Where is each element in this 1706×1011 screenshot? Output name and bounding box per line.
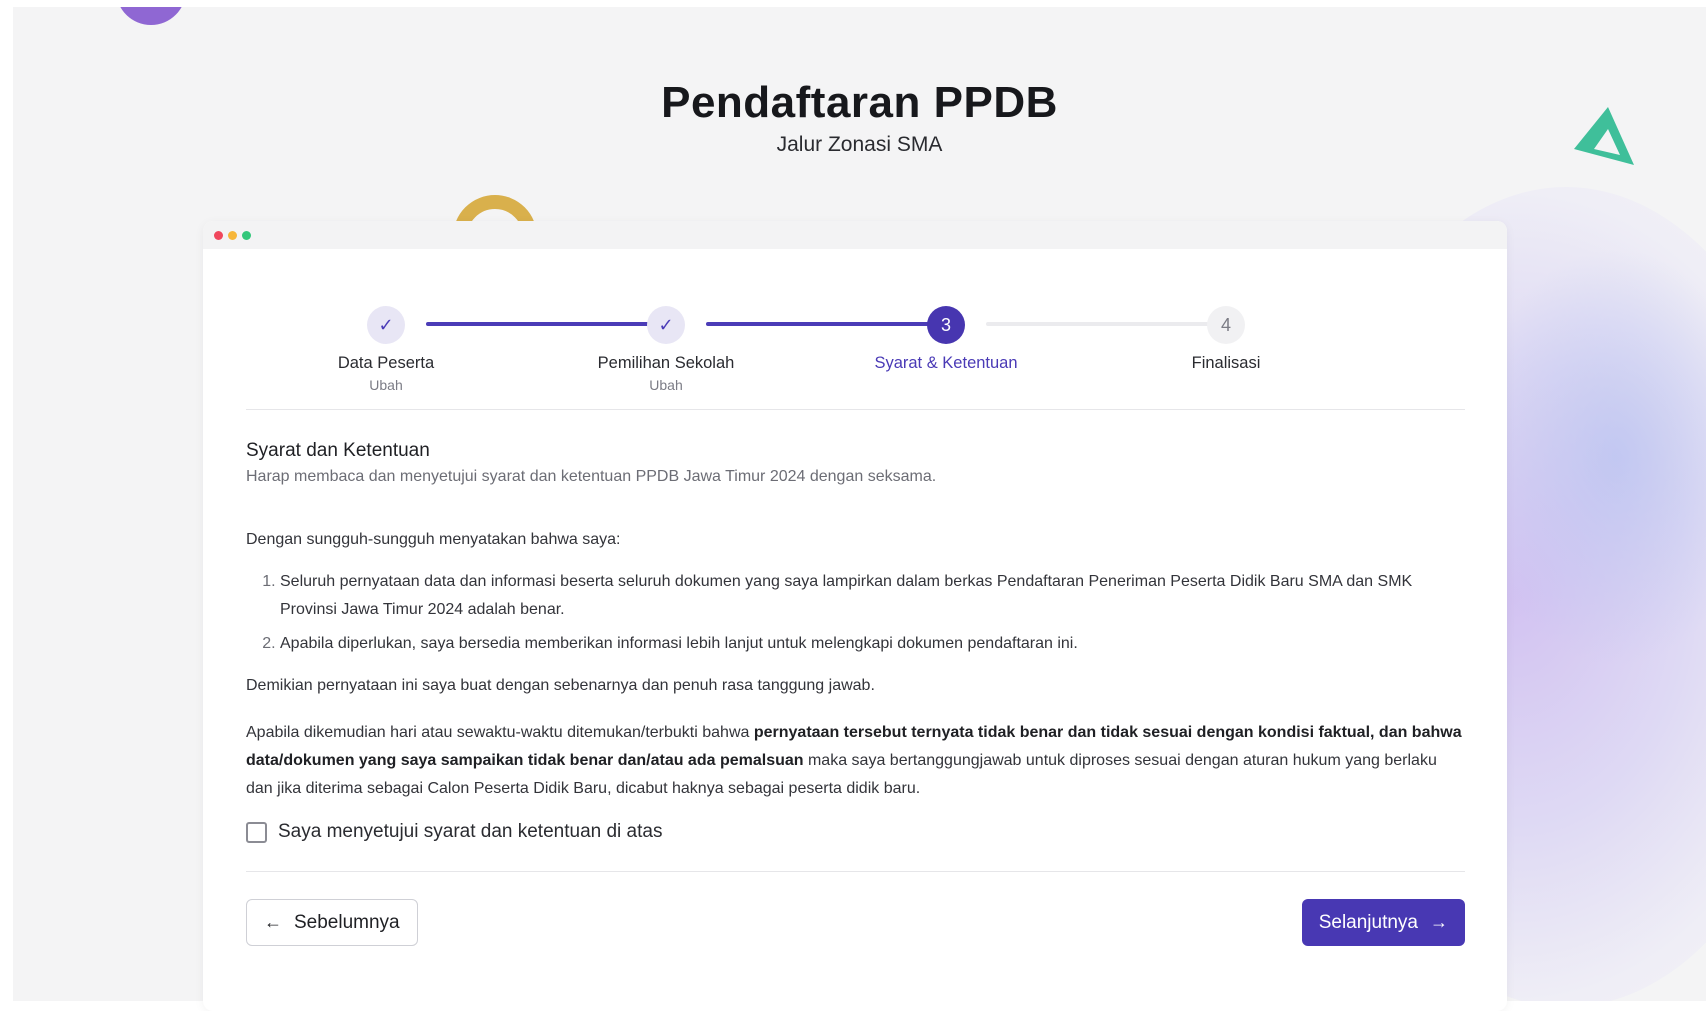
terms-section: Syarat dan Ketentuan Harap membaca dan m… bbox=[246, 410, 1465, 979]
step-finalisasi: 4 Finalisasi bbox=[1106, 249, 1346, 373]
statement-item: Apabila diperlukan, saya bersedia member… bbox=[280, 630, 1465, 658]
statement-list: Seluruh pernyataan data dan informasi be… bbox=[246, 568, 1465, 658]
step-label: Pemilihan Sekolah bbox=[597, 354, 735, 372]
check-icon: ✓ bbox=[367, 306, 405, 344]
step-edit-link[interactable]: Ubah bbox=[266, 377, 506, 393]
previous-button[interactable]: ← Sebelumnya bbox=[246, 899, 418, 946]
agreement-checkbox-row[interactable]: Saya menyetujui syarat dan ketentuan di … bbox=[246, 821, 1465, 843]
section-description: Harap membaca dan menyetujui syarat dan … bbox=[246, 468, 937, 485]
warning-text-prefix: Apabila dikemudian hari atau sewaktu-wak… bbox=[246, 724, 754, 741]
step-number: 3 bbox=[927, 306, 965, 344]
arrow-right-icon: → bbox=[1430, 912, 1448, 932]
decorative-circle bbox=[116, 7, 186, 25]
registration-card: ✓ Data Peserta Ubah ✓ Pemilihan Sekolah … bbox=[203, 221, 1507, 1011]
step-number: 4 bbox=[1207, 306, 1245, 344]
page-title: Pendaftaran PPDB bbox=[661, 78, 1058, 127]
page-subtitle: Jalur Zonasi SMA bbox=[776, 133, 943, 156]
page-header: Pendaftaran PPDB Jalur Zonasi SMA bbox=[13, 75, 1706, 157]
window-close-dot bbox=[214, 231, 223, 240]
statement-warning: Apabila dikemudian hari atau sewaktu-wak… bbox=[246, 719, 1465, 803]
form-actions: ← Sebelumnya Selanjutnya → bbox=[246, 899, 1465, 979]
card-body: ✓ Data Peserta Ubah ✓ Pemilihan Sekolah … bbox=[246, 249, 1465, 979]
arrow-left-icon: ← bbox=[264, 912, 282, 932]
window-title-bar bbox=[203, 221, 1507, 249]
step-edit-link[interactable]: Ubah bbox=[546, 377, 786, 393]
agreement-checkbox[interactable] bbox=[246, 821, 267, 843]
previous-button-label: Sebelumnya bbox=[294, 911, 400, 933]
step-syarat-ketentuan: 3 Syarat & Ketentuan bbox=[826, 249, 1066, 373]
section-title: Syarat dan Ketentuan bbox=[246, 440, 430, 461]
divider bbox=[246, 871, 1465, 872]
progress-stepper: ✓ Data Peserta Ubah ✓ Pemilihan Sekolah … bbox=[246, 249, 1465, 410]
statement-closing: Demikian pernyataan ini saya buat dengan… bbox=[246, 677, 875, 694]
step-data-peserta[interactable]: ✓ Data Peserta Ubah bbox=[266, 249, 506, 393]
agreement-label[interactable]: Saya menyetujui syarat dan ketentuan di … bbox=[278, 821, 662, 843]
check-icon: ✓ bbox=[647, 306, 685, 344]
window-minimize-dot bbox=[228, 231, 237, 240]
statement-intro: Dengan sungguh-sungguh menyatakan bahwa … bbox=[246, 531, 621, 548]
step-pemilihan-sekolah[interactable]: ✓ Pemilihan Sekolah Ubah bbox=[546, 249, 786, 393]
step-label: Syarat & Ketentuan bbox=[874, 354, 1018, 372]
window-maximize-dot bbox=[242, 231, 251, 240]
step-label: Finalisasi bbox=[1191, 354, 1261, 372]
next-button[interactable]: Selanjutnya → bbox=[1301, 899, 1465, 946]
next-button-label: Selanjutnya bbox=[1318, 911, 1418, 933]
step-label: Data Peserta bbox=[337, 354, 435, 372]
statement-item: Seluruh pernyataan data dan informasi be… bbox=[280, 568, 1465, 624]
